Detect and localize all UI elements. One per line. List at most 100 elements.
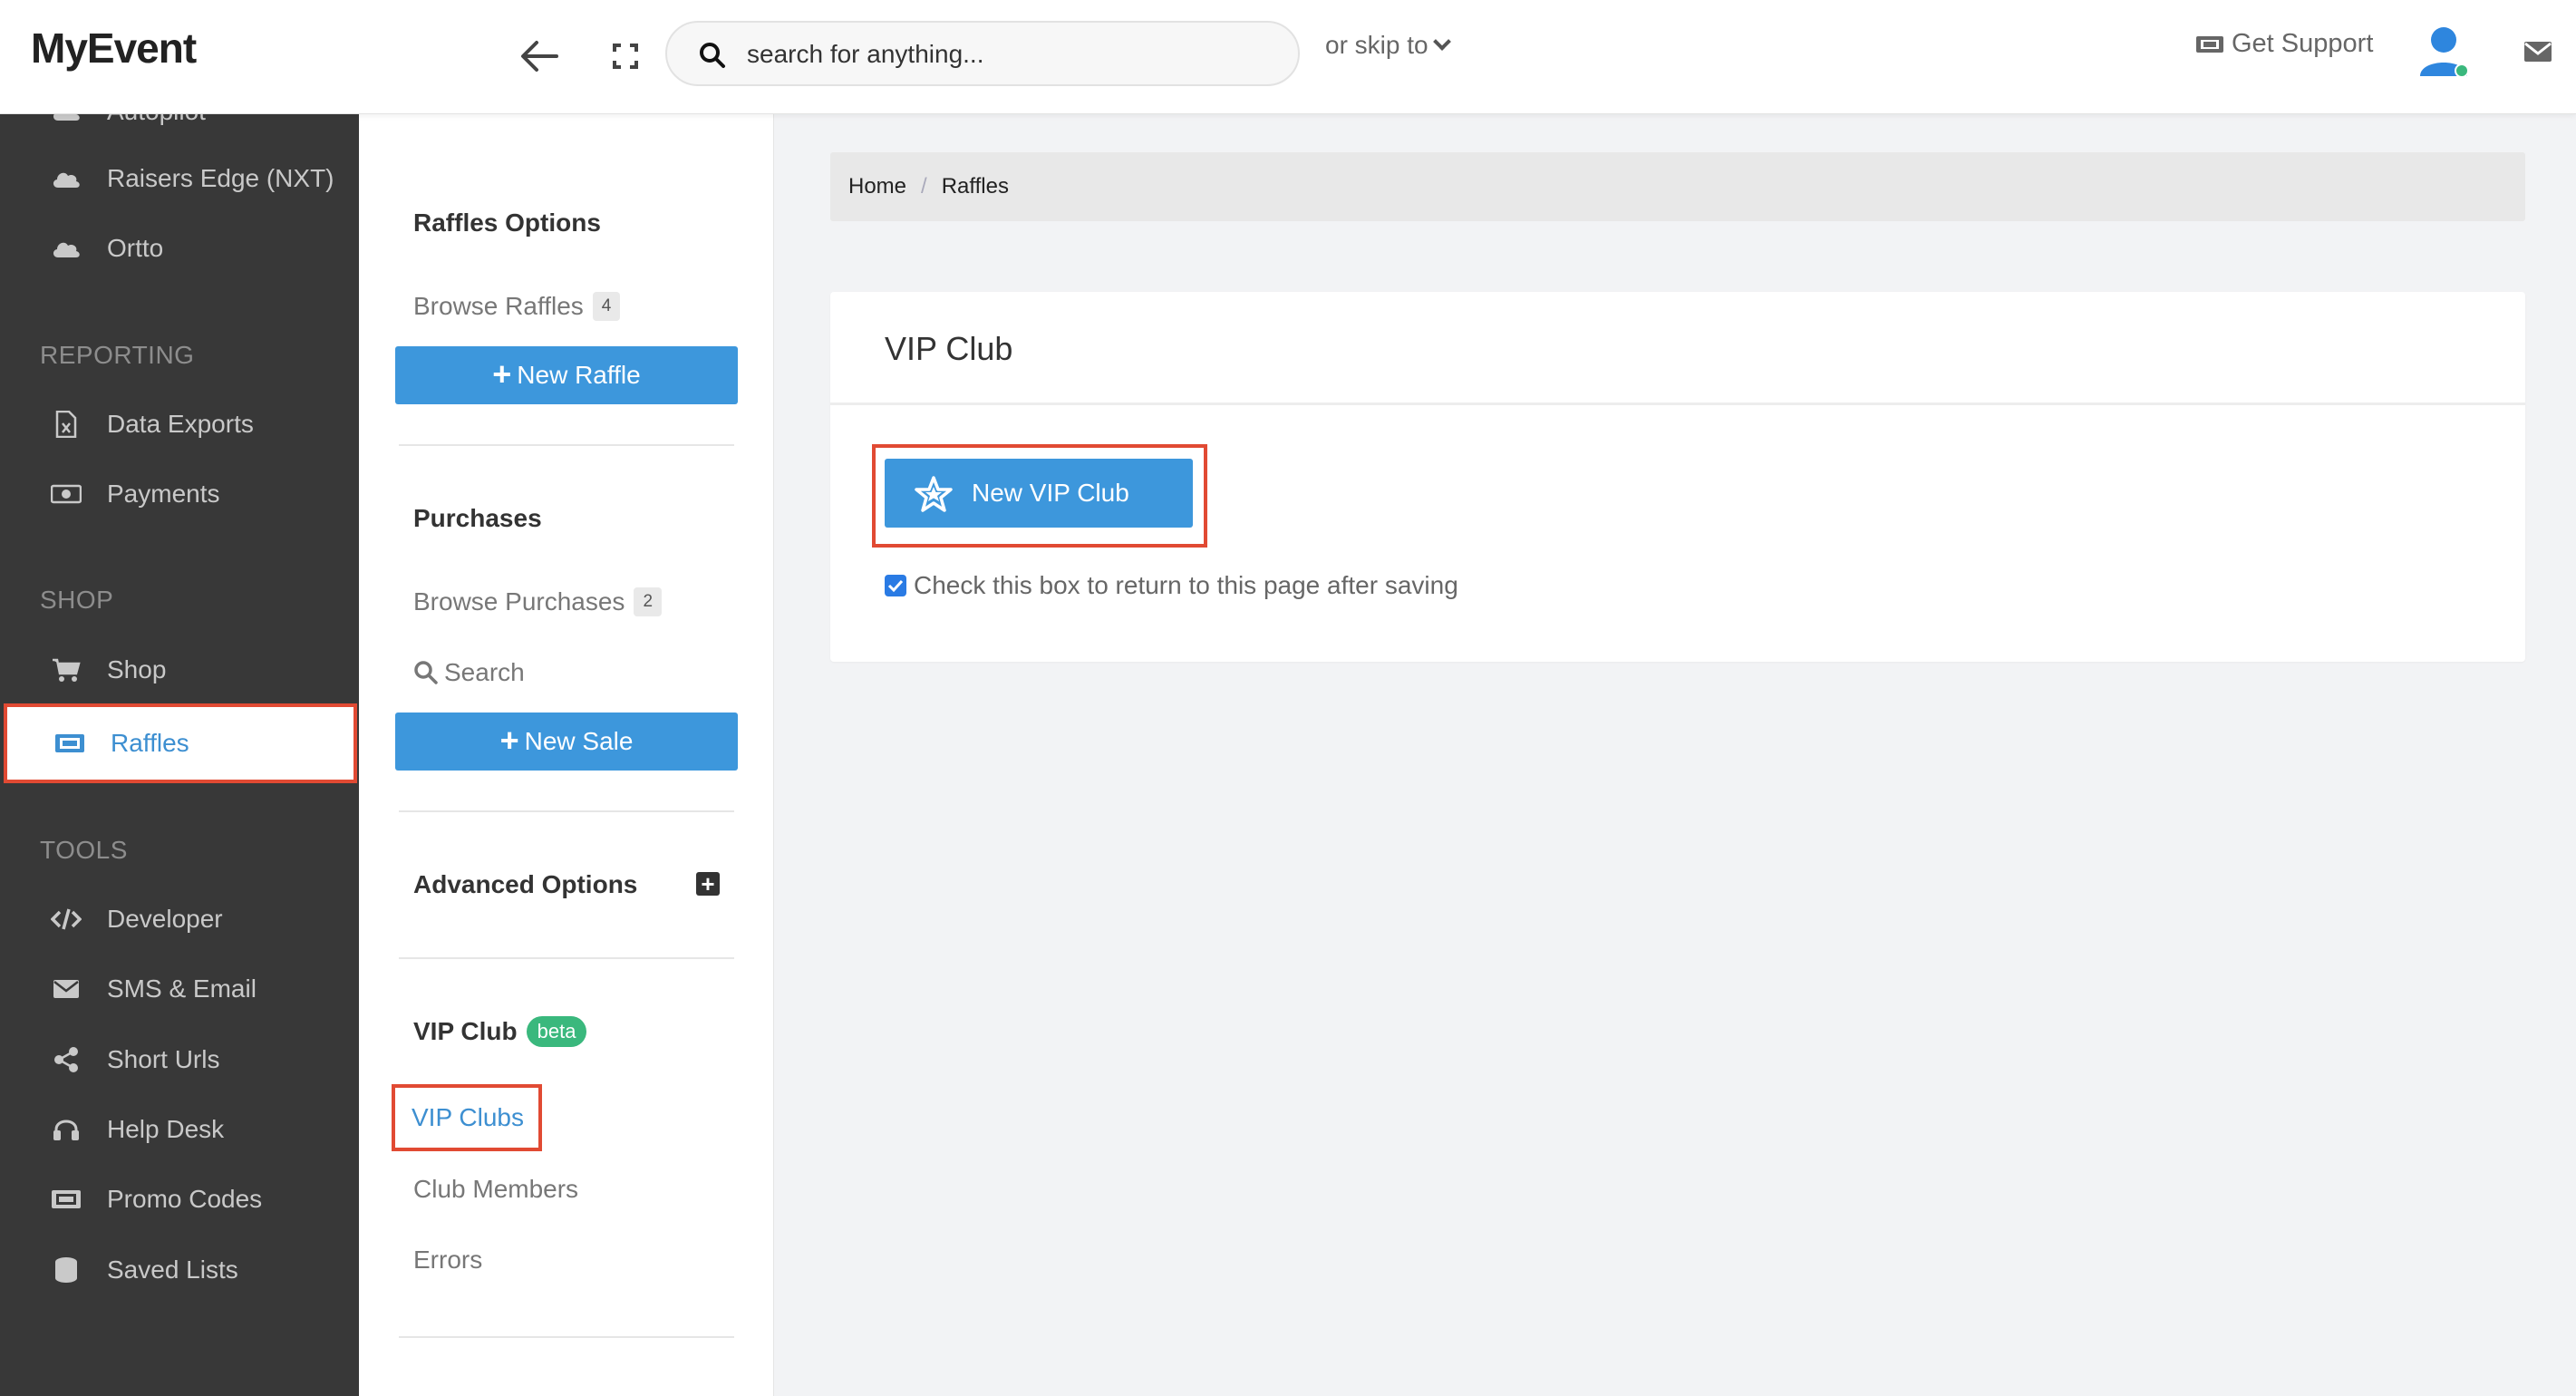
- browse-raffles-link[interactable]: Browse Raffles 4: [413, 292, 621, 321]
- search-box[interactable]: [665, 21, 1300, 86]
- sidebar-item-help-desk[interactable]: Help Desk: [0, 1098, 359, 1161]
- brand-logo[interactable]: MyEvent: [31, 24, 197, 73]
- checkbox[interactable]: [885, 575, 906, 596]
- sidebar-item-label: Developer: [107, 905, 223, 933]
- star-icon: [914, 475, 954, 513]
- divider: [399, 810, 734, 812]
- divider: [399, 957, 734, 959]
- sidebar-item-label: Help Desk: [107, 1115, 225, 1143]
- ticket-icon: [2196, 35, 2223, 53]
- new-raffle-button[interactable]: + New Raffle: [395, 346, 738, 404]
- chevron-down-icon: [1432, 33, 1451, 51]
- sidebar-item-label: Payments: [107, 480, 220, 508]
- cloud-icon: [51, 163, 82, 194]
- back-arrow-icon[interactable]: [517, 36, 562, 76]
- search-icon: [698, 41, 727, 70]
- excel-file-icon: [51, 409, 82, 440]
- search-icon: [414, 661, 438, 684]
- breadcrumb-separator: /: [921, 174, 927, 199]
- new-sale-button[interactable]: + New Sale: [395, 713, 738, 771]
- browse-raffles-label: Browse Raffles: [413, 292, 584, 320]
- sidebar-heading-shop: SHOP: [40, 586, 114, 614]
- vip-club-heading-label: VIP Club: [413, 1017, 518, 1045]
- divider: [830, 402, 2525, 405]
- sidebar-item-short-urls[interactable]: Short Urls: [0, 1028, 359, 1091]
- sidebar-heading-reporting: REPORTING: [40, 341, 195, 369]
- search-input[interactable]: [747, 35, 1273, 73]
- sidebar-item-label: Raffles: [111, 729, 189, 757]
- database-icon: [51, 1255, 82, 1285]
- sidebar-item-label: Shop: [107, 655, 167, 683]
- breadcrumb: Home / Raffles: [830, 152, 2525, 221]
- divider: [399, 1336, 734, 1338]
- checkbox-label: Check this box to return to this page af…: [914, 571, 1458, 599]
- share-icon: [51, 1044, 82, 1075]
- sidebar-item-ortto[interactable]: Ortto: [0, 217, 359, 280]
- skip-to-label: or skip to: [1325, 31, 1428, 59]
- breadcrumb-home[interactable]: Home: [848, 174, 906, 199]
- new-raffle-label: New Raffle: [517, 361, 641, 389]
- skip-to-dropdown[interactable]: or skip to: [1325, 31, 1451, 60]
- raffles-count-badge: 4: [592, 292, 621, 321]
- main-sidebar: Autopilot Raisers Edge (NXT) Ortto REPOR…: [0, 114, 359, 1396]
- browse-purchases-link[interactable]: Browse Purchases 2: [413, 587, 663, 616]
- get-support-link[interactable]: Get Support: [2195, 29, 2373, 59]
- mail-icon[interactable]: [2523, 40, 2552, 63]
- cloud-icon: [51, 233, 82, 264]
- vip-club-heading: VIP Club beta: [413, 1016, 587, 1049]
- sidebar-item-label: Promo Codes: [107, 1185, 263, 1213]
- money-icon: [51, 479, 82, 509]
- sidebar-item-raisers-edge[interactable]: Raisers Edge (NXT): [0, 147, 359, 210]
- raffles-submenu: Raffles Options Browse Raffles 4 + New R…: [359, 114, 774, 1396]
- user-avatar[interactable]: [2415, 22, 2473, 82]
- errors-link[interactable]: Errors: [413, 1246, 482, 1275]
- browse-purchases-label: Browse Purchases: [413, 587, 625, 616]
- purchases-heading: Purchases: [413, 504, 542, 532]
- sidebar-item-label: Raisers Edge (NXT): [107, 164, 334, 192]
- new-vip-club-button[interactable]: New VIP Club: [885, 459, 1193, 528]
- card-title: VIP Club: [885, 330, 1013, 367]
- return-checkbox-row[interactable]: Check this box to return to this page af…: [885, 571, 1458, 600]
- headset-icon: [51, 1114, 82, 1145]
- envelope-icon: [51, 974, 82, 1004]
- ticket-icon: [51, 1184, 82, 1215]
- new-vip-club-label: New VIP Club: [972, 479, 1129, 507]
- beta-badge: beta: [526, 1016, 587, 1047]
- search-label: Search: [444, 658, 525, 686]
- fullscreen-icon[interactable]: [607, 38, 644, 74]
- sidebar-item-saved-lists[interactable]: Saved Lists: [0, 1238, 359, 1302]
- plus-icon: +: [492, 355, 512, 393]
- plus-icon: +: [499, 722, 519, 759]
- sidebar-item-autopilot[interactable]: Autopilot: [0, 114, 359, 143]
- sidebar-heading-tools: TOOLS: [40, 836, 128, 864]
- sidebar-item-label: Short Urls: [107, 1045, 220, 1073]
- sidebar-item-developer[interactable]: Developer: [0, 887, 359, 951]
- cart-icon: [51, 654, 82, 685]
- sidebar-item-sms-email[interactable]: SMS & Email: [0, 957, 359, 1021]
- top-bar: MyEvent or skip to Get Support: [0, 0, 2576, 114]
- sidebar-item-label: Autopilot: [107, 114, 206, 126]
- raffles-options-heading: Raffles Options: [413, 208, 601, 237]
- vip-clubs-link[interactable]: VIP Clubs: [392, 1084, 542, 1151]
- club-members-link[interactable]: Club Members: [413, 1175, 578, 1204]
- sidebar-item-label: Data Exports: [107, 410, 254, 438]
- cloud-icon: [51, 114, 82, 127]
- sidebar-item-promo-codes[interactable]: Promo Codes: [0, 1168, 359, 1231]
- sidebar-item-label: SMS & Email: [107, 974, 257, 1003]
- ticket-icon: [54, 728, 85, 759]
- expand-plus-icon[interactable]: +: [696, 872, 720, 896]
- sidebar-item-data-exports[interactable]: Data Exports: [0, 393, 359, 456]
- advanced-options-heading: Advanced Options: [413, 870, 638, 898]
- divider: [399, 444, 734, 446]
- search-link[interactable]: Search: [413, 658, 525, 687]
- sidebar-item-raffles[interactable]: Raffles: [4, 703, 357, 783]
- new-sale-label: New Sale: [524, 727, 634, 755]
- sidebar-item-label: Saved Lists: [107, 1255, 238, 1284]
- sidebar-item-label: Ortto: [107, 234, 164, 262]
- sidebar-item-payments[interactable]: Payments: [0, 462, 359, 526]
- sidebar-item-shop[interactable]: Shop: [0, 638, 359, 702]
- purchases-count-badge: 2: [634, 587, 663, 616]
- vip-club-card: VIP Club New VIP Club Check this box to …: [830, 292, 2525, 662]
- breadcrumb-current: Raffles: [941, 174, 1009, 199]
- code-icon: [51, 904, 82, 935]
